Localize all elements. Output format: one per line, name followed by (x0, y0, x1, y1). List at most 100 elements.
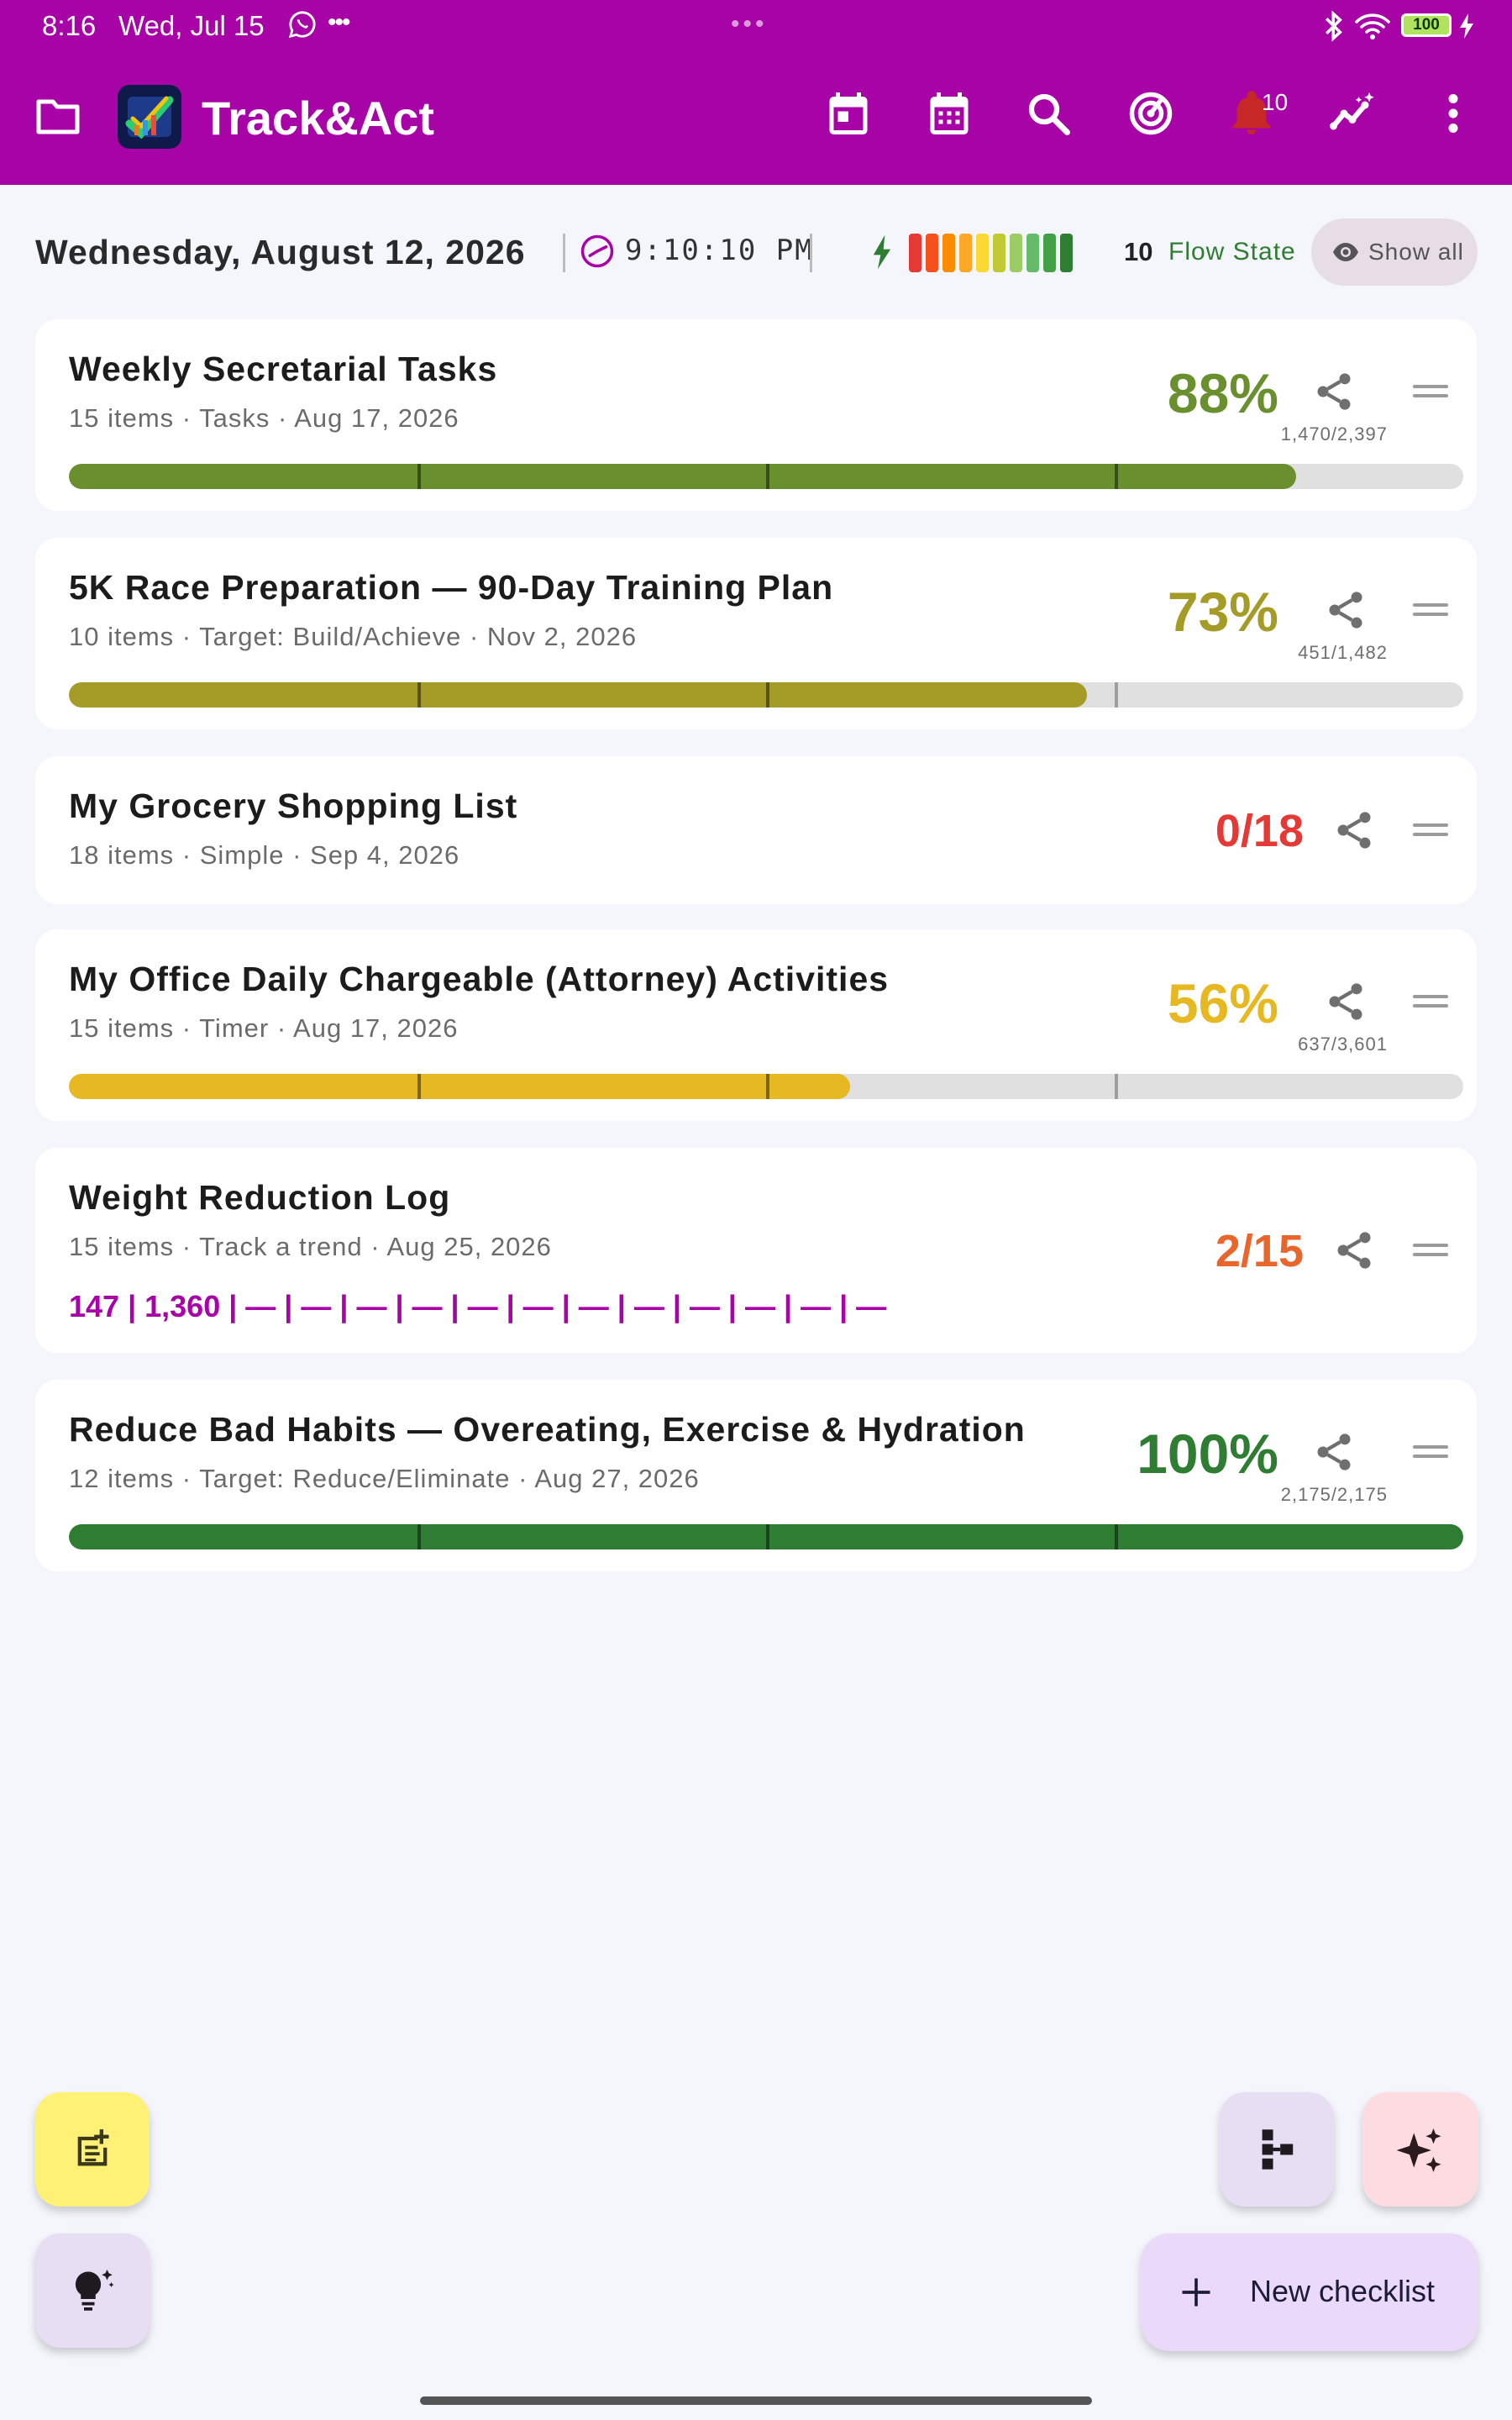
progress-tick (417, 464, 421, 489)
checklist-count: 451/1,482 (1298, 642, 1388, 663)
checklist-card[interactable]: 5K Race Preparation — 90-Day Training Pl… (35, 538, 1477, 729)
progress-tick (1115, 682, 1118, 708)
sparkle-icon (1396, 2128, 1441, 2172)
radar-icon[interactable] (1126, 88, 1176, 139)
note-add-icon (77, 2129, 109, 2166)
date-header: Wednesday, August 12, 2026 9:10:10 PM 10… (0, 202, 1512, 302)
whatsapp-icon (288, 11, 316, 39)
clock-time: 9:10:10 PM (625, 234, 814, 267)
progress-tick (766, 1074, 769, 1099)
checklist-subtitle: 12 items · Target: Reduce/Eliminate · Au… (69, 1464, 700, 1493)
calendar-month-icon[interactable] (924, 88, 974, 139)
trend-values: 147 | 1,360 | — | — | — | — | — | — | — … (69, 1289, 887, 1323)
drag-handle-icon[interactable] (1413, 603, 1448, 620)
flow-segment (976, 234, 989, 272)
multiwindow-handle-icon[interactable]: ••• (731, 10, 768, 39)
folder-icon[interactable] (35, 97, 81, 135)
home-indicator[interactable] (420, 2396, 1092, 2405)
search-icon[interactable] (1023, 88, 1074, 139)
ideas-button[interactable] (35, 2233, 150, 2348)
checklist-title: 5K Race Preparation — 90-Day Training Pl… (69, 568, 834, 607)
checklist-subtitle: 15 items · Timer · Aug 17, 2026 (69, 1013, 459, 1043)
more-vert-icon[interactable] (1428, 88, 1478, 139)
checklist-card[interactable]: My Grocery Shopping List 18 items · Simp… (35, 756, 1477, 904)
checklist-title: My Grocery Shopping List (69, 786, 518, 825)
share-icon[interactable] (1312, 370, 1356, 413)
flow-bolt-icon (873, 234, 891, 270)
plus-icon (1182, 2278, 1210, 2307)
progress-bar (69, 464, 1463, 489)
insights-icon[interactable] (1327, 88, 1378, 139)
current-date: Wednesday, August 12, 2026 (35, 233, 526, 271)
drag-handle-icon[interactable] (1413, 1445, 1448, 1462)
new-note-button[interactable] (35, 2092, 150, 2207)
checklist-fraction: 2/15 (1215, 1226, 1304, 1276)
progress-tick (766, 1524, 769, 1549)
share-icon[interactable] (1324, 980, 1368, 1023)
flow-segment (993, 234, 1005, 272)
checklist-percent: 88% (1167, 362, 1278, 424)
checklist-title: Weight Reduction Log (69, 1178, 451, 1217)
flow-segment (1043, 234, 1056, 272)
account-tree-icon (1262, 2129, 1294, 2170)
drag-handle-icon[interactable] (1413, 823, 1448, 840)
progress-bar (69, 1074, 1463, 1099)
checklist-card[interactable]: My Office Daily Chargeable (Attorney) Ac… (35, 929, 1477, 1121)
calendar-today-icon[interactable] (823, 88, 874, 139)
app-title: Track&Act (202, 92, 435, 145)
drag-handle-icon[interactable] (1413, 995, 1448, 1012)
checklist-percent: 100% (1137, 1423, 1278, 1485)
flow-meter[interactable] (909, 234, 1073, 272)
progress-tick (766, 682, 769, 708)
more-notifications-icon: ••• (328, 8, 350, 36)
flow-level: 10 (1124, 237, 1153, 266)
lightbulb-icon (75, 2270, 114, 2311)
checklist-count: 2,175/2,175 (1280, 1484, 1388, 1505)
progress-bar (69, 1524, 1463, 1549)
checklist-subtitle: 15 items · Tasks · Aug 17, 2026 (69, 403, 459, 433)
flow-segment (942, 234, 955, 272)
status-time: 8:16 (42, 10, 97, 41)
checklist-percent: 56% (1167, 972, 1278, 1034)
progress-tick (1115, 1524, 1118, 1549)
share-icon[interactable] (1332, 1228, 1376, 1272)
flow-segment (1026, 234, 1039, 272)
clock-icon (580, 234, 614, 268)
checklist-card[interactable]: Weight Reduction Log 15 items · Track a … (35, 1148, 1477, 1353)
ai-assist-button[interactable] (1362, 2092, 1478, 2207)
checklist-card[interactable]: Reduce Bad Habits — Overeating, Exercise… (35, 1380, 1477, 1571)
new-checklist-label: New checklist (1250, 2274, 1436, 2308)
flow-segment (1010, 234, 1022, 272)
share-icon[interactable] (1312, 1430, 1356, 1474)
progress-tick (1115, 464, 1118, 489)
progress-tick (417, 1524, 421, 1549)
flow-segment (959, 234, 972, 272)
checklist-fraction: 0/18 (1215, 806, 1304, 856)
structure-button[interactable] (1220, 2092, 1334, 2207)
flow-segment (1060, 234, 1073, 272)
new-checklist-button[interactable]: New checklist (1141, 2233, 1478, 2351)
show-all-label: Show all (1368, 239, 1464, 265)
wifi-icon (1355, 13, 1390, 39)
app-bar: 8:16 Wed, Jul 15 ••• ••• 100 Track&Act 1… (0, 0, 1512, 185)
battery-icon: 100 (1401, 13, 1452, 37)
checklist-card[interactable]: Weekly Secretarial Tasks 15 items · Task… (35, 319, 1477, 511)
checklist-count: 1,470/2,397 (1280, 424, 1388, 445)
drag-handle-icon[interactable] (1413, 385, 1448, 402)
show-all-button[interactable]: Show all (1311, 218, 1478, 286)
progress-tick (417, 682, 421, 708)
divider (810, 234, 812, 272)
progress-tick (417, 1074, 421, 1099)
status-date: Wed, Jul 15 (118, 10, 265, 41)
checklist-title: Weekly Secretarial Tasks (69, 350, 498, 388)
drag-handle-icon[interactable] (1413, 1244, 1448, 1260)
progress-tick (766, 464, 769, 489)
checklist-title: Reduce Bad Habits — Overeating, Exercise… (69, 1410, 1026, 1449)
share-icon[interactable] (1324, 588, 1368, 632)
app-logo (118, 85, 181, 149)
checklist-subtitle: 18 items · Simple · Sep 4, 2026 (69, 840, 460, 870)
share-icon[interactable] (1332, 808, 1376, 852)
bluetooth-icon (1325, 10, 1342, 42)
checklist-percent: 73% (1167, 581, 1278, 643)
notification-badge: 10 (1262, 89, 1289, 115)
